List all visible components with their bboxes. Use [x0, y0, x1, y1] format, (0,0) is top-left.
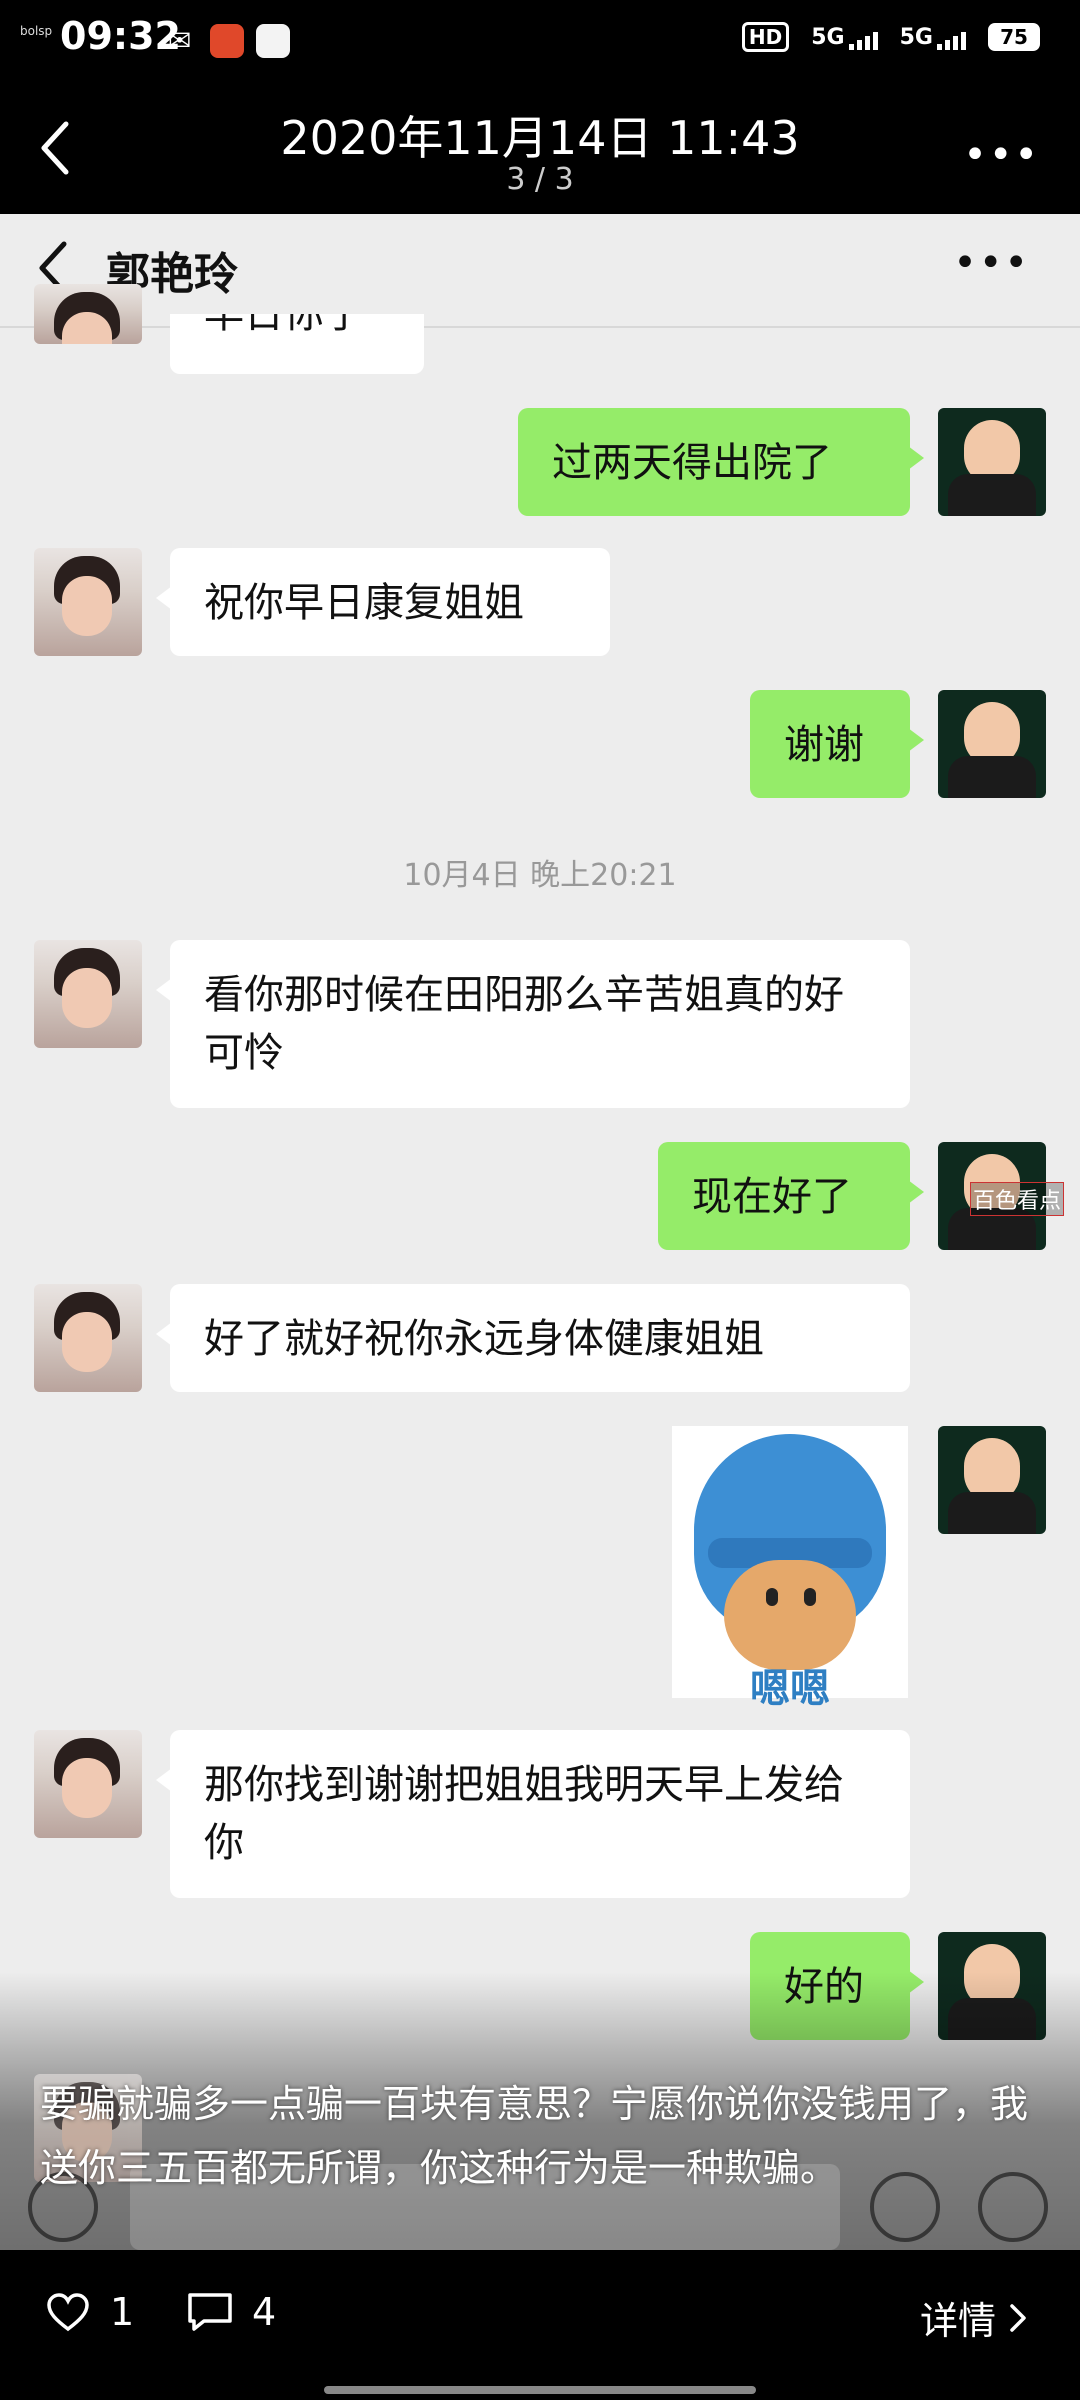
message-text: 那你找到谢谢把姐姐我明天早上发给你 — [204, 1762, 844, 1866]
status-right-group: HD 5G 5G 75 — [741, 22, 1040, 52]
message-text: 谢谢 — [784, 722, 864, 768]
watermark-label: 百色看点 — [970, 1182, 1065, 1216]
message-bubble-sent: 谢谢 — [750, 690, 924, 798]
comment-icon — [188, 2293, 232, 2331]
contact-avatar[interactable] — [34, 1284, 142, 1392]
self-avatar[interactable] — [938, 1426, 1046, 1534]
contact-avatar[interactable] — [34, 1730, 142, 1838]
detail-label: 详情 — [919, 2299, 996, 2343]
sticker-caption: 嗯嗯 — [750, 1666, 830, 1712]
chevron-right-icon — [1010, 2303, 1026, 2332]
contact-avatar[interactable] — [34, 284, 142, 344]
message-text: 现在好了 — [692, 1174, 852, 1220]
battery-icon: 75 — [988, 23, 1040, 51]
post-caption: 要骗就骗多一点骗一百块有意思？宁愿你说你没钱用了，我送你三五百都无所谓，你这种行… — [40, 2082, 1029, 2190]
signal-bars-icon — [848, 31, 878, 50]
chat-header: 郭艳玲 ••• — [0, 214, 1080, 328]
message-text: 祝你早日康复姐姐 — [204, 580, 524, 626]
message-bubble-received: 那你找到谢谢把姐姐我明天早上发给你 — [156, 1730, 910, 1898]
signal-bars-icon — [937, 31, 966, 50]
like-button[interactable]: 1 — [46, 2290, 134, 2334]
message-text: 过两天得出院了 — [552, 440, 832, 486]
viewer-header: 2020年11月14日 11:43 3 / 3 ••• — [0, 82, 1080, 214]
page-indicator: 3 / 3 — [506, 162, 574, 197]
status-bar: bolsp 09:32 ✉ HD 5G 5G 75 — [0, 0, 1080, 82]
self-avatar[interactable] — [938, 690, 1046, 798]
message-text: 看你那时候在田阳那么辛苦姐真的好可怜 — [204, 972, 844, 1076]
wechat-icon: ✉ — [168, 24, 192, 57]
signal-5g-1: 5G — [811, 24, 878, 50]
message-text: 早日你了 — [204, 314, 364, 337]
status-tiny-text: bolsp — [20, 24, 53, 38]
status-time: 09:32 — [60, 14, 181, 58]
signal-5g-2: 5G — [900, 25, 966, 50]
comment-button[interactable]: 4 — [186, 2290, 276, 2334]
chat-screenshot: 郭艳玲 ••• 早日你了 过两天得出院了 祝你早日康复姐姐 谢谢 10月4日 晚… — [0, 214, 1080, 2250]
sticker-eye-right — [804, 1588, 816, 1606]
signal-5g-2-label: 5G — [899, 24, 933, 50]
contact-avatar[interactable] — [34, 548, 142, 656]
bottom-action-bar: 1 4 详情 — [0, 2250, 1080, 2400]
detail-button[interactable]: 详情 — [920, 2290, 1028, 2345]
self-avatar[interactable] — [938, 408, 1046, 516]
contact-avatar[interactable] — [34, 940, 142, 1048]
more-options-icon[interactable]: ••• — [963, 132, 1040, 178]
signal-5g-1-label: 5G — [811, 24, 845, 50]
chat-more-icon[interactable]: ••• — [953, 240, 1030, 286]
sticker-face — [724, 1560, 856, 1670]
like-count: 1 — [110, 2290, 135, 2334]
heart-icon — [47, 2293, 89, 2332]
chat-timestamp: 10月4日 晚上20:21 — [403, 858, 677, 893]
comment-count: 4 — [252, 2290, 277, 2334]
message-bubble-partial: 早日你了 — [170, 314, 424, 374]
app-notification-icon — [210, 24, 244, 58]
map-notification-icon — [256, 24, 290, 58]
message-bubble-received: 好了就好祝你永远身体健康姐姐 — [156, 1284, 910, 1392]
viewer-title: 2020年11月14日 11:43 — [280, 111, 800, 165]
sticker-eye-left — [766, 1588, 778, 1606]
message-text: 好了就好祝你永远身体健康姐姐 — [204, 1316, 764, 1362]
message-bubble-received: 祝你早日康复姐姐 — [156, 548, 610, 656]
hd-badge: HD — [741, 22, 790, 52]
sticker-image[interactable]: 嗯嗯 — [672, 1426, 908, 1712]
message-bubble-sent: 过两天得出院了 — [518, 408, 924, 516]
home-indicator[interactable] — [324, 2386, 756, 2394]
message-bubble-received: 看你那时候在田阳那么辛苦姐真的好可怜 — [156, 940, 910, 1108]
message-bubble-sent: 现在好了 — [658, 1142, 924, 1250]
